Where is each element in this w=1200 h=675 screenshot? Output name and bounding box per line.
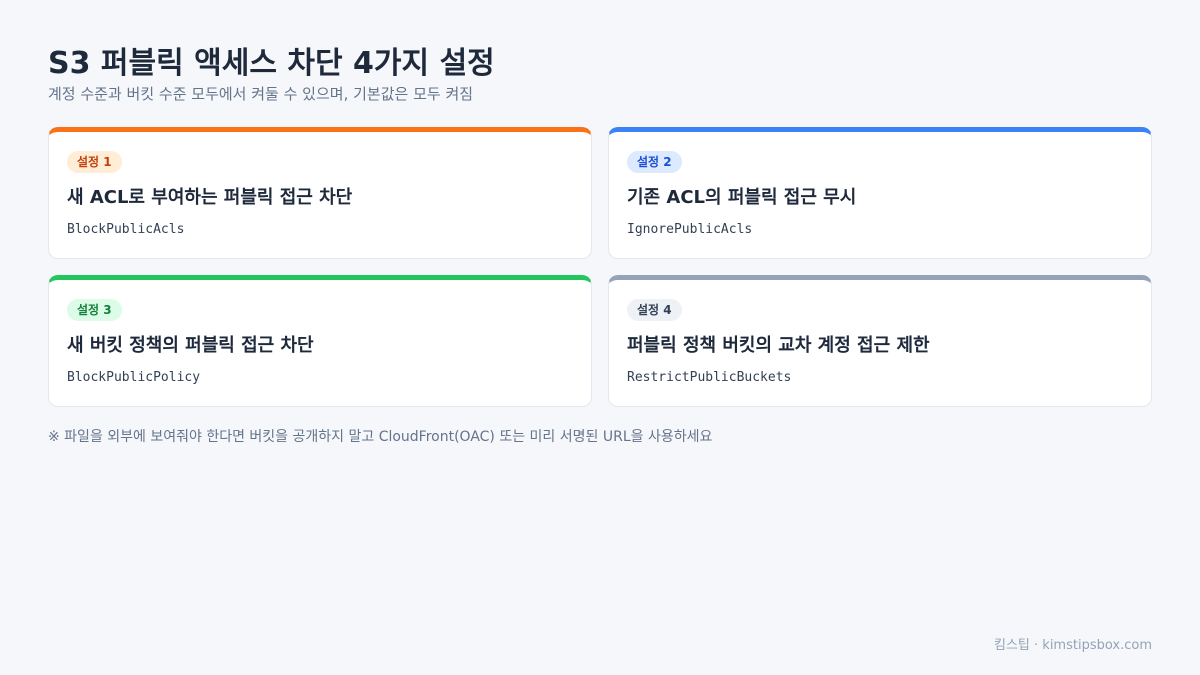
page-subtitle: 계정 수준과 버킷 수준 모두에서 켜둘 수 있으며, 기본값은 모두 켜짐 xyxy=(48,85,474,103)
footnote: ※ 파일을 외부에 보여줘야 한다면 버킷을 공개하지 말고 CloudFron… xyxy=(48,429,713,445)
setting-badge: 설정 2 xyxy=(627,151,682,173)
page-title: S3 퍼블릭 액세스 차단 4가지 설정 xyxy=(48,46,495,81)
setting-code: BlockPublicPolicy xyxy=(67,370,201,385)
setting-title: 새 버킷 정책의 퍼블릭 접근 차단 xyxy=(67,335,314,356)
setting-code: BlockPublicAcls xyxy=(67,222,185,237)
setting-badge: 설정 1 xyxy=(67,151,122,173)
setting-code: RestrictPublicBuckets xyxy=(627,370,792,385)
setting-title: 퍼블릭 정책 버킷의 교차 계정 접근 제한 xyxy=(627,335,930,356)
setting-badge: 설정 4 xyxy=(627,299,682,321)
setting-title: 새 ACL로 부여하는 퍼블릭 접근 차단 xyxy=(67,187,353,208)
settings-grid: 설정 1 새 ACL로 부여하는 퍼블릭 접근 차단 BlockPublicAc… xyxy=(48,127,1152,407)
setting-card-block-public-acls: 설정 1 새 ACL로 부여하는 퍼블릭 접근 차단 BlockPublicAc… xyxy=(48,127,592,259)
setting-card-block-public-policy: 설정 3 새 버킷 정책의 퍼블릭 접근 차단 BlockPublicPolic… xyxy=(48,275,592,407)
setting-card-restrict-public-buckets: 설정 4 퍼블릭 정책 버킷의 교차 계정 접근 제한 RestrictPubl… xyxy=(608,275,1152,407)
setting-code: IgnorePublicAcls xyxy=(627,222,753,237)
setting-card-ignore-public-acls: 설정 2 기존 ACL의 퍼블릭 접근 무시 IgnorePublicAcls xyxy=(608,127,1152,259)
setting-badge: 설정 3 xyxy=(67,299,122,321)
site-credit: 킴스팁 · kimstipsbox.com xyxy=(994,638,1152,653)
setting-title: 기존 ACL의 퍼블릭 접근 무시 xyxy=(627,187,857,208)
